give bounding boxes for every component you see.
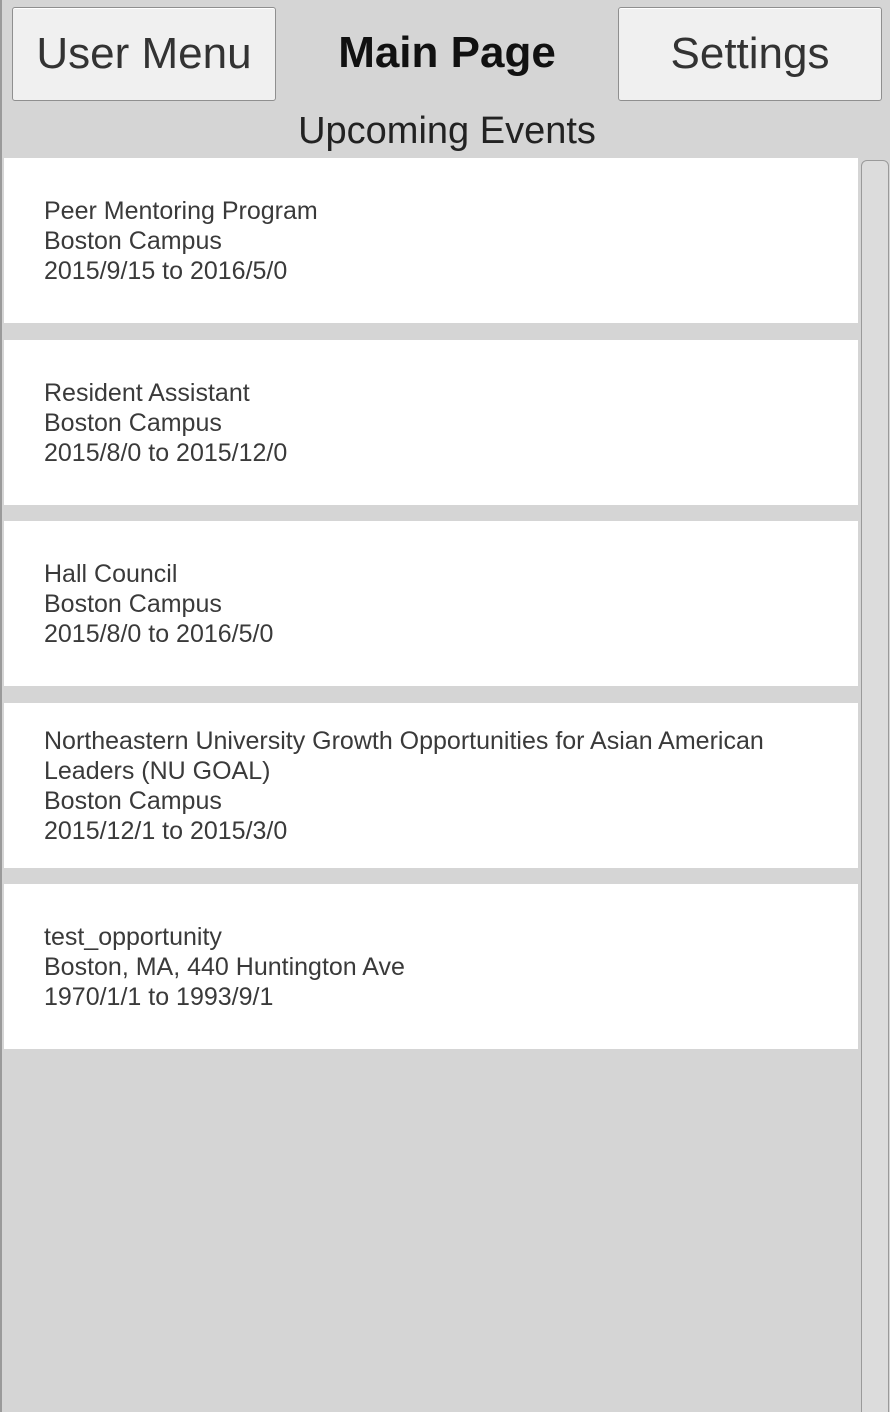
event-location: Boston Campus: [44, 408, 222, 437]
list-scrollbar[interactable]: [861, 160, 889, 1412]
event-title: Northeastern University Growth Opportuni…: [44, 726, 764, 785]
events-list[interactable]: Peer Mentoring Program Boston Campus 201…: [4, 158, 860, 1412]
event-card[interactable]: Hall Council Boston Campus 2015/8/0 to 2…: [4, 521, 858, 686]
event-card[interactable]: Resident Assistant Boston Campus 2015/8/…: [4, 340, 858, 505]
event-dates: 2015/8/0 to 2016/5/0: [44, 619, 274, 648]
event-dates: 2015/12/1 to 2015/3/0: [44, 816, 288, 845]
section-title: Upcoming Events: [298, 110, 596, 152]
event-title: test_opportunity: [44, 922, 222, 951]
event-location: Boston Campus: [44, 589, 222, 618]
event-dates: 2015/8/0 to 2015/12/0: [44, 438, 288, 467]
event-location: Boston, MA, 440 Huntington Ave: [44, 952, 405, 981]
event-location: Boston Campus: [44, 226, 222, 255]
event-location: Boston Campus: [44, 786, 222, 815]
event-dates: 2015/9/15 to 2016/5/0: [44, 256, 288, 285]
event-card[interactable]: test_opportunity Boston, MA, 440 Hunting…: [4, 884, 858, 1049]
event-card[interactable]: Peer Mentoring Program Boston Campus 201…: [4, 158, 858, 323]
event-card[interactable]: Northeastern University Growth Opportuni…: [4, 703, 858, 868]
event-title: Peer Mentoring Program: [44, 196, 318, 225]
event-title: Resident Assistant: [44, 378, 250, 407]
event-dates: 1970/1/1 to 1993/9/1: [44, 982, 274, 1011]
event-title: Hall Council: [44, 559, 178, 588]
user-menu-button[interactable]: User Menu: [12, 7, 276, 101]
settings-button[interactable]: Settings: [618, 7, 882, 101]
page-title: Main Page: [338, 28, 556, 77]
main-screen: User Menu Main Page Settings Upcoming Ev…: [0, 0, 890, 1412]
